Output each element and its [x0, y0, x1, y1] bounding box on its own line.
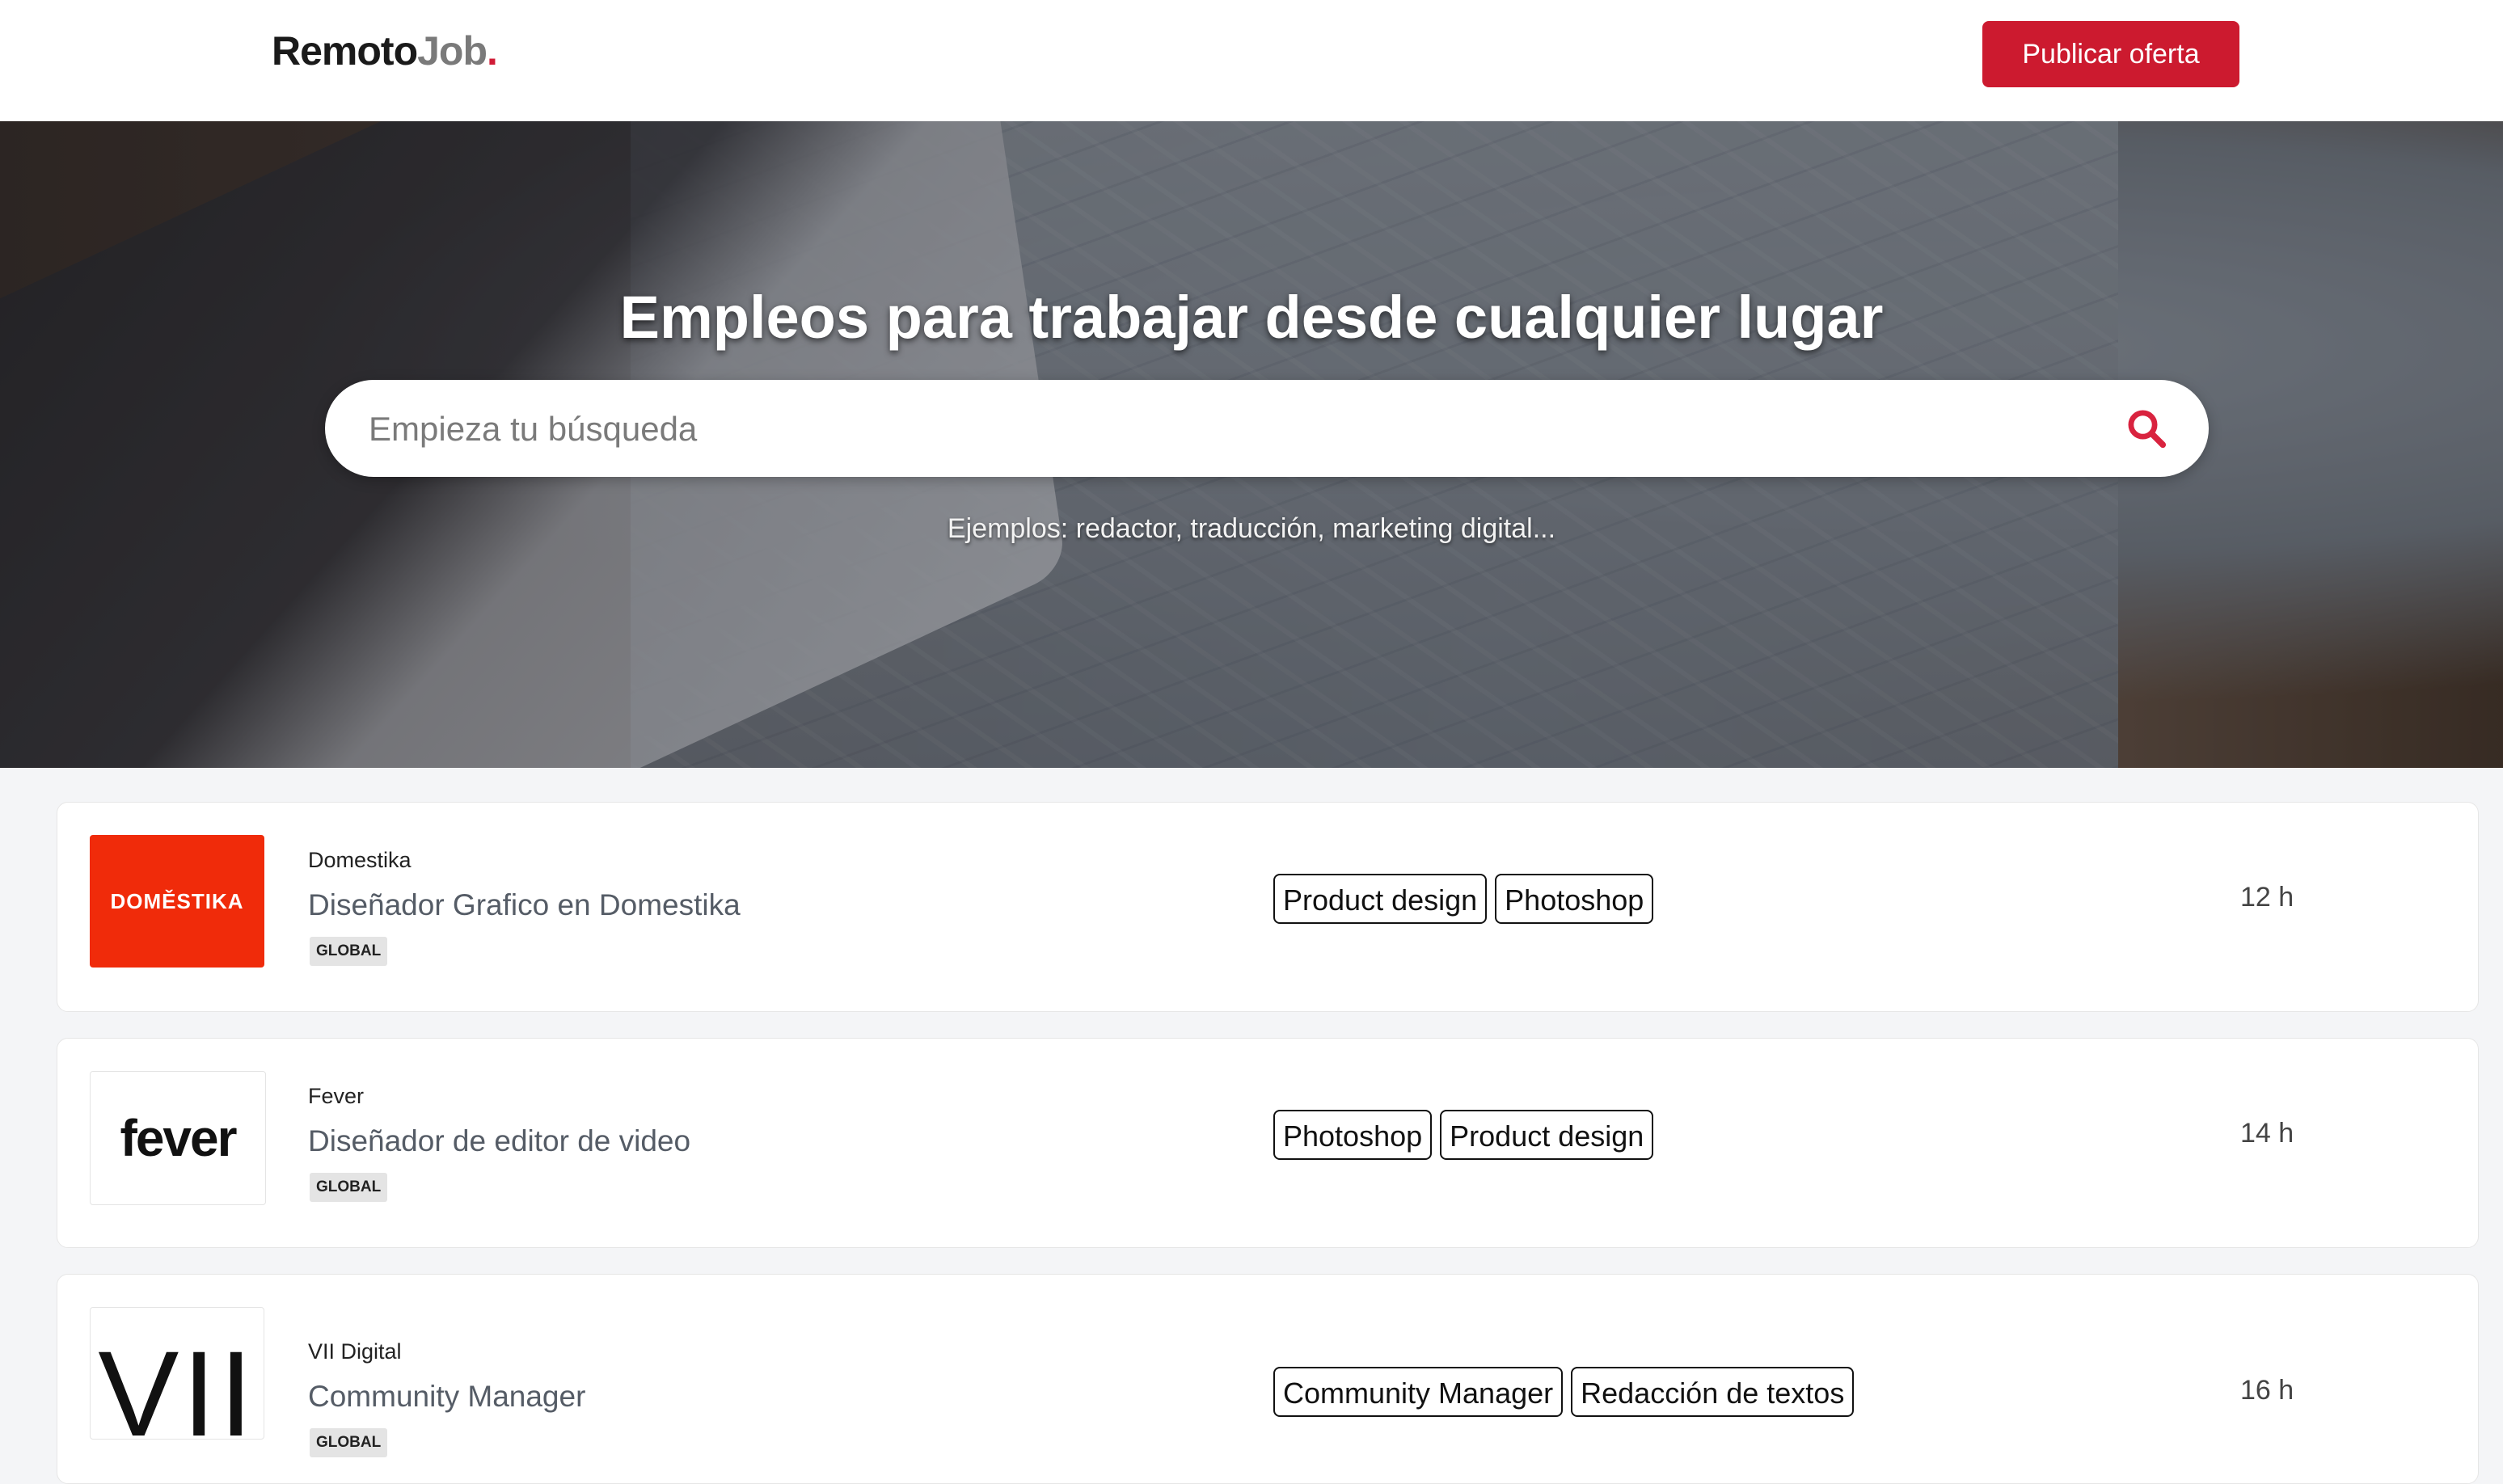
- posted-time: 14 h: [2240, 1118, 2294, 1149]
- job-card[interactable]: VII VII Digital Community Manager GLOBAL…: [57, 1274, 2479, 1484]
- search-bar: [325, 380, 2209, 479]
- logo-text-accent: Job: [417, 28, 488, 74]
- job-title[interactable]: Diseñador de editor de video: [308, 1124, 690, 1158]
- publish-offer-button[interactable]: Publicar oferta: [1982, 21, 2239, 87]
- company-name: Fever: [308, 1084, 365, 1108]
- job-card[interactable]: DOMĚSTIKA Domestika Diseñador Grafico en…: [57, 802, 2479, 1012]
- job-tag[interactable]: Product design: [1273, 874, 1488, 924]
- job-title[interactable]: Diseñador Grafico en Domestika: [308, 888, 741, 922]
- hero-banner: Empleos para trabajar desde cualquier lu…: [0, 121, 2503, 768]
- hero-title: Empleos para trabajar desde cualquier lu…: [619, 284, 1884, 351]
- posted-time: 12 h: [2240, 882, 2294, 913]
- region-badge: GLOBAL: [310, 1173, 388, 1202]
- posted-time: 16 h: [2240, 1375, 2294, 1406]
- job-tag[interactable]: Community Manager: [1273, 1367, 1564, 1417]
- job-tags: Product design Photoshop: [1273, 874, 1654, 924]
- top-navigation-bar: RemotoJob. Publicar oferta: [0, 0, 2503, 122]
- company-name: VII Digital: [308, 1339, 402, 1364]
- company-logo-vii-digital: VII: [90, 1307, 264, 1440]
- job-title[interactable]: Community Manager: [308, 1380, 585, 1414]
- job-tags: Photoshop Product design: [1273, 1110, 1654, 1160]
- search-input[interactable]: [367, 380, 2100, 479]
- job-tag[interactable]: Photoshop: [1495, 874, 1654, 924]
- region-badge: GLOBAL: [310, 1428, 388, 1457]
- company-logo-fever: fever: [90, 1071, 266, 1205]
- job-tag[interactable]: Product design: [1440, 1110, 1654, 1160]
- search-examples: Ejemplos: redactor, traducción, marketin…: [947, 513, 1556, 544]
- region-badge: GLOBAL: [310, 937, 388, 966]
- search-icon[interactable]: [2125, 407, 2168, 450]
- company-name: Domestika: [308, 848, 412, 872]
- company-logo-domestika: DOMĚSTIKA: [90, 835, 264, 968]
- job-tags: Community Manager Redacción de textos: [1273, 1367, 1855, 1417]
- logo-text-main: Remoto: [272, 28, 418, 74]
- job-tag[interactable]: Redacción de textos: [1571, 1367, 1855, 1417]
- logo-dot: .: [487, 28, 498, 74]
- job-card[interactable]: fever Fever Diseñador de editor de video…: [57, 1038, 2479, 1248]
- site-logo[interactable]: RemotoJob.: [272, 27, 498, 74]
- job-tag[interactable]: Photoshop: [1273, 1110, 1433, 1160]
